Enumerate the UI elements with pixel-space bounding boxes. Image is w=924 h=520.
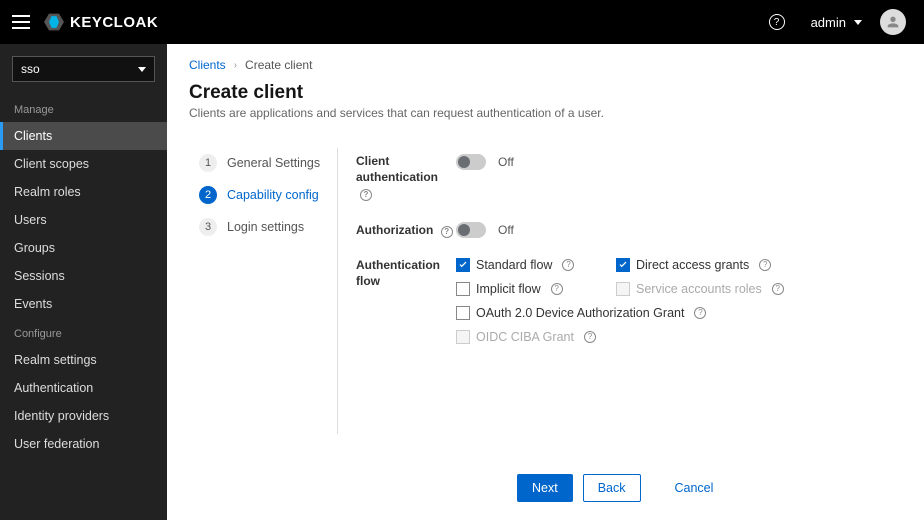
- help-icon[interactable]: ?: [759, 259, 771, 271]
- help-icon[interactable]: ?: [360, 189, 372, 201]
- main-content: Clients › Create client Create client Cl…: [167, 44, 924, 520]
- switch-state-client-authentication: Off: [498, 155, 514, 169]
- checkbox-implicit-flow[interactable]: Implicit flow ?: [456, 282, 616, 296]
- breadcrumb-current: Create client: [245, 58, 312, 72]
- realm-selector[interactable]: sso: [12, 56, 155, 82]
- sidebar-item-authentication[interactable]: Authentication: [0, 374, 167, 402]
- row-authentication-flow: Authentication flow Standard flow ? Di: [356, 258, 902, 344]
- avatar[interactable]: [880, 9, 906, 35]
- person-icon: [885, 14, 901, 30]
- checkbox-service-accounts-roles: Service accounts roles ?: [616, 282, 796, 296]
- help-icon[interactable]: ?: [441, 226, 453, 238]
- sidebar-item-sessions[interactable]: Sessions: [0, 262, 167, 290]
- user-label: admin: [811, 15, 846, 30]
- menu-toggle-icon[interactable]: [12, 15, 30, 29]
- row-authorization: Authorization ? Off: [356, 222, 902, 239]
- wizard: 1 General Settings 2 Capability config 3…: [189, 148, 902, 434]
- chevron-down-icon: [854, 20, 862, 25]
- sidebar-item-user-federation[interactable]: User federation: [0, 430, 167, 458]
- checkbox-oidc-ciba-grant: OIDC CIBA Grant ?: [456, 330, 796, 344]
- switch-authorization[interactable]: [456, 222, 486, 238]
- sidebar-item-users[interactable]: Users: [0, 206, 167, 234]
- cancel-button[interactable]: Cancel: [661, 474, 728, 502]
- sidebar-section-manage: Manage: [0, 94, 167, 122]
- sidebar: sso Manage Clients Client scopes Realm r…: [0, 44, 167, 520]
- wizard-step-capability-config[interactable]: 2 Capability config: [199, 186, 337, 204]
- next-button[interactable]: Next: [517, 474, 573, 502]
- brand-logo[interactable]: KEYCLOAK: [44, 12, 158, 32]
- help-icon[interactable]: ?: [769, 14, 785, 30]
- realm-selected-value: sso: [21, 62, 40, 76]
- breadcrumb-root-link[interactable]: Clients: [189, 58, 226, 72]
- sidebar-section-configure: Configure: [0, 318, 167, 346]
- sidebar-item-groups[interactable]: Groups: [0, 234, 167, 262]
- help-icon[interactable]: ?: [772, 283, 784, 295]
- checkbox-oauth2-device-grant[interactable]: OAuth 2.0 Device Authorization Grant ?: [456, 306, 796, 320]
- back-button[interactable]: Back: [583, 474, 641, 502]
- switch-client-authentication[interactable]: [456, 154, 486, 170]
- sidebar-item-realm-settings[interactable]: Realm settings: [0, 346, 167, 374]
- wizard-step-login-settings[interactable]: 3 Login settings: [199, 218, 337, 236]
- app-header: KEYCLOAK ? admin: [0, 0, 924, 44]
- help-icon[interactable]: ?: [562, 259, 574, 271]
- label-client-authentication: Client authentication: [356, 154, 438, 184]
- sidebar-item-identity-providers[interactable]: Identity providers: [0, 402, 167, 430]
- row-client-authentication: Client authentication ? Off: [356, 154, 902, 202]
- sidebar-item-events[interactable]: Events: [0, 290, 167, 318]
- page-title: Create client: [189, 82, 902, 104]
- wizard-footer: Next Back Cancel: [517, 474, 902, 502]
- help-icon[interactable]: ?: [694, 307, 706, 319]
- brand-text: KEYCLOAK: [70, 14, 158, 31]
- checkbox-direct-access-grants[interactable]: Direct access grants ?: [616, 258, 796, 272]
- chevron-down-icon: [138, 67, 146, 72]
- label-authentication-flow: Authentication flow: [356, 258, 440, 288]
- switch-state-authorization: Off: [498, 223, 514, 237]
- label-authorization: Authorization: [356, 223, 433, 237]
- sidebar-item-realm-roles[interactable]: Realm roles: [0, 178, 167, 206]
- keycloak-hex-icon: [44, 12, 64, 32]
- sidebar-item-clients[interactable]: Clients: [0, 122, 167, 150]
- wizard-content: Client authentication ? Off Authorizatio…: [337, 148, 902, 434]
- sidebar-item-client-scopes[interactable]: Client scopes: [0, 150, 167, 178]
- checkbox-standard-flow[interactable]: Standard flow ?: [456, 258, 616, 272]
- help-icon[interactable]: ?: [551, 283, 563, 295]
- user-menu[interactable]: admin: [811, 15, 862, 30]
- breadcrumb: Clients › Create client: [189, 58, 902, 72]
- page-description: Clients are applications and services th…: [189, 106, 902, 120]
- wizard-step-general-settings[interactable]: 1 General Settings: [199, 154, 337, 172]
- chevron-right-icon: ›: [234, 60, 237, 71]
- help-icon[interactable]: ?: [584, 331, 596, 343]
- wizard-steps: 1 General Settings 2 Capability config 3…: [189, 148, 337, 434]
